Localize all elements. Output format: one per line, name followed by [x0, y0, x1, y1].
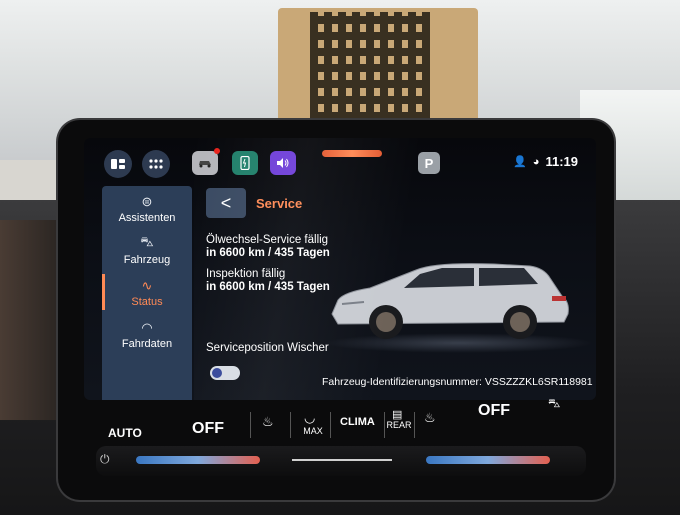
car-image [331, 263, 569, 339]
speaker-icon-glyph [277, 158, 289, 168]
left-temperature-slider[interactable] [136, 456, 260, 464]
wiper-service-toggle[interactable] [210, 366, 240, 380]
windshield-defrost-icon[interactable]: ◡ [304, 410, 315, 426]
park-assist-button[interactable]: P [418, 152, 440, 174]
car-icon-glyph [199, 161, 211, 168]
sidebar: ⊜ Assistenten ⛍ Fahrzeug ∿ Status ◠ Fahr… [102, 186, 192, 400]
apps-grid-icon[interactable] [142, 150, 170, 178]
user-icon: 👤 [513, 156, 527, 168]
separator [290, 412, 291, 438]
inspection-title: Inspektion fällig [206, 268, 286, 280]
oil-service-title: Ölwechsel-Service fällig [206, 234, 329, 246]
separator [384, 412, 385, 438]
chevron-left-icon: < [220, 192, 232, 213]
back-button[interactable]: < [206, 188, 246, 218]
infotainment-screen: P 👤 ◕ 11:19 ⊜ Assistenten ⛍ Fahrzeug ∿ S… [84, 138, 596, 400]
apps-grid-icon-glyph [149, 159, 163, 169]
notification-dot [214, 148, 220, 154]
separator [414, 412, 415, 438]
right-off-button[interactable]: OFF [478, 402, 510, 420]
gauge-icon: ◠ [141, 320, 153, 335]
power-icon[interactable]: ⏻ [100, 452, 110, 467]
rear-defrost-label: REAR [386, 420, 412, 430]
max-defrost-label: MAX [303, 426, 323, 436]
car-icon[interactable] [192, 148, 220, 175]
right-temperature-slider[interactable] [426, 456, 550, 464]
pulse-icon: ∿ [141, 278, 153, 293]
assist-icon: ⊜ [141, 194, 153, 209]
separator [330, 412, 331, 438]
sidebar-item-assistenten[interactable]: ⊜ Assistenten [102, 194, 192, 224]
sidebar-item-fahrzeug[interactable]: ⛍ Fahrzeug [102, 234, 192, 266]
toggle-knob [212, 368, 222, 378]
separator [250, 412, 251, 438]
clima-button[interactable]: CLIMA [340, 416, 375, 428]
volume-slider[interactable] [292, 459, 392, 461]
seat-heat-right-icon[interactable]: ♨ [424, 410, 436, 426]
page-title: Service [256, 196, 303, 211]
sidebar-item-fahrdaten[interactable]: ◠ Fahrdaten [102, 320, 192, 350]
clock: 11:19 [545, 154, 578, 169]
car-air-recirculation-icon[interactable]: ⛍ [548, 396, 560, 412]
oil-service-value: in 6600 km / 435 Tagen [206, 247, 330, 259]
sidebar-item-label: Assistenten [118, 212, 176, 224]
status-area: 👤 ◕ 11:19 [513, 154, 578, 169]
seat-heat-left-icon[interactable]: ♨ [262, 414, 274, 430]
sidebar-item-label: Fahrdaten [121, 338, 173, 350]
left-off-button[interactable]: OFF [192, 420, 224, 438]
sidebar-item-label: Fahrzeug [123, 254, 171, 266]
speaker-icon[interactable] [270, 151, 296, 175]
vin-text: Fahrzeug-Identifizierungsnummer: VSSZZZK… [322, 376, 593, 388]
auto-climate-button[interactable]: AUTO [108, 426, 142, 440]
sidebar-item-status[interactable]: ∿ Status [102, 278, 192, 308]
qr-code-pattern [310, 12, 430, 120]
notification-handle[interactable] [322, 150, 382, 157]
sidebar-item-label: Status [131, 296, 163, 308]
touch-slider-bar: ⏻ [96, 446, 586, 476]
phone-charge-icon-glyph [240, 156, 250, 170]
car-settings-icon: ⛍ [140, 234, 154, 249]
door-panel [0, 220, 60, 420]
inspection-value: in 6600 km / 435 Tagen [206, 281, 330, 293]
wiper-service-label: Serviceposition Wischer [206, 342, 329, 354]
screens-icon[interactable] [104, 150, 132, 178]
screens-icon-glyph [111, 159, 125, 169]
phone-charge-icon[interactable] [232, 151, 258, 175]
globe-icon: ◕ [532, 155, 540, 168]
